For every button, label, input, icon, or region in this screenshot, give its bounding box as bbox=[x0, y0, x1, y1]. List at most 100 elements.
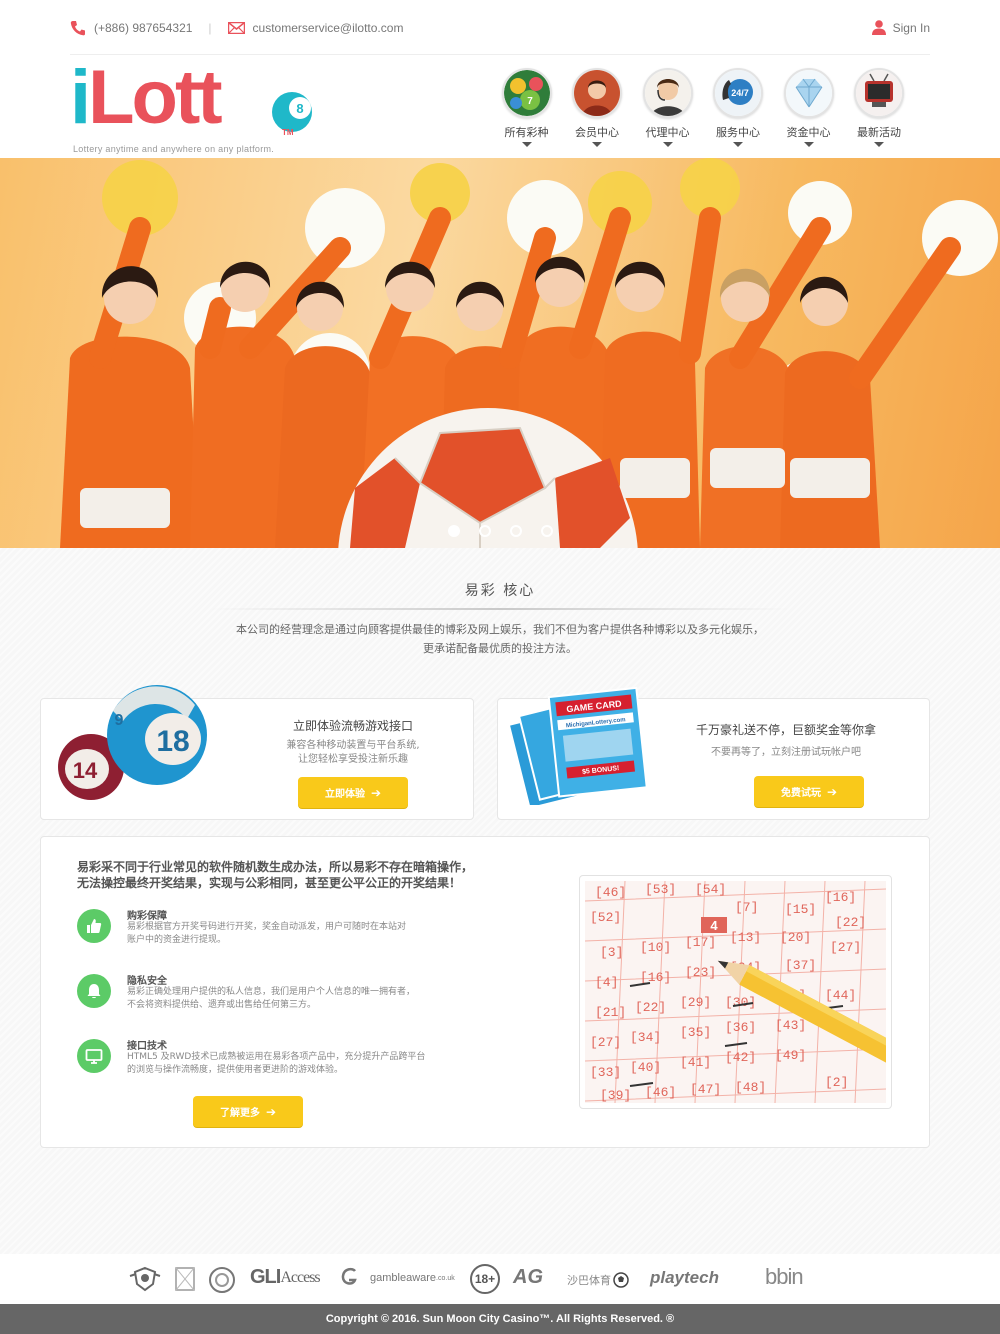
mail-icon bbox=[227, 22, 245, 34]
monitor-icon bbox=[77, 1039, 111, 1073]
svg-text:[54]: [54] bbox=[695, 882, 726, 897]
learn-more-button[interactable]: 了解更多 ➔ bbox=[193, 1096, 303, 1127]
svg-text:[7]: [7] bbox=[735, 900, 758, 915]
crest-logo bbox=[129, 1266, 161, 1292]
cheerleader-banner-image bbox=[60, 158, 998, 548]
sign-in-link[interactable]: Sign In bbox=[871, 20, 930, 35]
svg-text:24/7: 24/7 bbox=[731, 88, 749, 98]
svg-text:[46]: [46] bbox=[595, 885, 626, 900]
thumbs-up-icon bbox=[77, 909, 111, 943]
svg-text:[27]: [27] bbox=[590, 1035, 621, 1050]
feature-title: 接口技术 bbox=[127, 1041, 167, 1052]
svg-text:[36]: [36] bbox=[725, 1020, 756, 1035]
free-trial-button[interactable]: 免费试玩 ➔ bbox=[754, 776, 864, 807]
game-card-image: GAME CARD MichiganLottery.com $5 BONUS! bbox=[510, 686, 648, 805]
nav-funds-center[interactable]: 资金中心 bbox=[774, 68, 844, 147]
svg-text:[16]: [16] bbox=[640, 970, 671, 985]
nav-label: 资金中心 bbox=[786, 126, 831, 139]
diamond-icon bbox=[783, 68, 834, 118]
chevron-down-icon bbox=[874, 142, 884, 147]
lottery-balls-image: 14 18 9 bbox=[58, 685, 207, 800]
core-section: 易彩 核心 本公司的经营理念是通过向顾客提供最佳的博彩及网上娱乐，我们不但为客户… bbox=[0, 548, 1000, 1254]
main-nav: 7 所有彩种 会员中心 代理中心 24/7 服务中心 资金中心 最新活动 bbox=[491, 68, 914, 147]
phone-number[interactable]: (+886) 987654321 bbox=[94, 21, 192, 35]
title-divider bbox=[210, 608, 790, 610]
svg-text:[41]: [41] bbox=[680, 1055, 711, 1070]
bbin-logo: bbin bbox=[765, 1264, 804, 1289]
svg-text:[29]: [29] bbox=[680, 995, 711, 1010]
feature-text: HTML5 及RWD技术已成熟被运用在易彩各项产品中，充分提升产品跨平台 的浏览… bbox=[127, 1052, 426, 1075]
logo-ball-icon: 8 bbox=[272, 92, 312, 132]
nav-service-center[interactable]: 24/7 服务中心 bbox=[703, 68, 773, 147]
lottery-ball-icon: 7 bbox=[501, 68, 552, 118]
svg-text:[40]: [40] bbox=[630, 1060, 661, 1075]
agent-icon bbox=[642, 68, 693, 118]
svg-text:[39]: [39] bbox=[600, 1088, 631, 1103]
slide-dot-1[interactable] bbox=[448, 525, 460, 537]
try-now-button[interactable]: 立即体验 ➔ bbox=[298, 777, 408, 808]
footer-copyright: Copyright © 2016. Sun Moon City Casino™.… bbox=[0, 1304, 1000, 1334]
svg-text:4: 4 bbox=[710, 918, 718, 933]
svg-text:[47]: [47] bbox=[690, 1082, 721, 1097]
feature-text: 易彩根据官方开奖号码进行开奖，奖金自动派发，用户可随时在本站对 账户中的资金进行… bbox=[127, 922, 407, 945]
gli-access-logo: GLI Access bbox=[250, 1266, 321, 1288]
age-18-logo: 18+ bbox=[470, 1264, 500, 1294]
partner-logos: GLI Access gambleaware .co.uk 18+ AG 沙巴体育 … bbox=[0, 1254, 1000, 1304]
phone-icon bbox=[70, 21, 85, 36]
nav-label: 会员中心 bbox=[575, 126, 619, 139]
nav-label: 代理中心 bbox=[645, 126, 690, 139]
logo-wordmark: iLott bbox=[70, 55, 223, 140]
chevron-down-icon bbox=[662, 142, 673, 147]
svg-text:[3]: [3] bbox=[600, 945, 623, 960]
user-icon bbox=[871, 20, 886, 35]
svg-text:9: 9 bbox=[115, 712, 124, 729]
lottery-ticket-image: [46] [53] [54] [16] [52] [7] [15] [22] [3] [10]… bbox=[579, 875, 900, 1109]
slider-dots bbox=[448, 525, 572, 537]
svg-text:[2]: [2] bbox=[825, 1075, 848, 1090]
trademark: TM bbox=[282, 128, 294, 137]
gambleaware-logo: gambleaware .co.uk bbox=[370, 1272, 455, 1284]
svg-text:[48]: [48] bbox=[735, 1080, 766, 1095]
nav-latest-events[interactable]: 最新活动 bbox=[844, 68, 914, 147]
svg-text:[27]: [27] bbox=[830, 940, 861, 955]
svg-text:[37]: [37] bbox=[785, 958, 816, 973]
playtech-logo: playtech bbox=[650, 1268, 719, 1287]
slide-dot-4[interactable] bbox=[541, 525, 553, 537]
slide-dot-2[interactable] bbox=[479, 525, 491, 537]
feature-title: 购彩保障 bbox=[127, 911, 167, 922]
svg-text:[44]: [44] bbox=[825, 988, 856, 1003]
chevron-down-icon bbox=[733, 142, 743, 147]
card-text: 兼容各种移动装置与平台系统, 让您轻松享受投注新乐趣 bbox=[286, 740, 420, 765]
seal-logo bbox=[209, 1267, 235, 1293]
svg-text:[53]: [53] bbox=[645, 882, 676, 897]
svg-text:[23]: [23] bbox=[685, 965, 716, 980]
nav-label: 最新活动 bbox=[857, 126, 901, 139]
slide-dot-3[interactable] bbox=[510, 525, 522, 537]
nav-member-center[interactable]: 会员中心 bbox=[562, 68, 632, 147]
header: iLott 8 TM Lottery anytime and anywhere … bbox=[0, 58, 1000, 158]
svg-text:[21]: [21] bbox=[595, 1005, 626, 1020]
svg-text:7: 7 bbox=[527, 96, 533, 107]
chevron-down-icon bbox=[592, 142, 602, 147]
promotion-card: GAME CARD MichiganLottery.com $5 BONUS! … bbox=[497, 686, 930, 820]
features-card: 易彩采不同于行业常见的软件随机数生成办法，所以易彩不存在暗箱操作， 无法操控最终… bbox=[40, 836, 930, 1148]
chevron-down-icon bbox=[521, 142, 532, 147]
nav-all-lotteries[interactable]: 7 所有彩种 bbox=[492, 68, 562, 147]
svg-text:[4]: [4] bbox=[595, 975, 618, 990]
svg-text:[17]: [17] bbox=[685, 935, 716, 950]
member-icon bbox=[572, 68, 622, 118]
chevron-down-icon bbox=[803, 142, 814, 147]
nav-agent-center[interactable]: 代理中心 bbox=[633, 68, 703, 147]
email-link[interactable]: customerservice@ilotto.com bbox=[253, 21, 404, 35]
feature-title: 隐私安全 bbox=[127, 976, 167, 987]
ilotto-logo[interactable]: iLott 8 TM Lottery anytime and anywhere … bbox=[70, 58, 312, 154]
hero-banner[interactable] bbox=[0, 158, 1000, 548]
card-title: 立即体验流畅游戏接口 bbox=[292, 719, 413, 733]
svg-text:[15]: [15] bbox=[785, 902, 816, 917]
arrow-right-icon: ➔ bbox=[265, 1104, 277, 1119]
arrow-right-icon: ➔ bbox=[370, 785, 382, 800]
svg-text:[43]: [43] bbox=[775, 1018, 806, 1033]
features-lead: 易彩采不同于行业常见的软件随机数生成办法，所以易彩不存在暗箱操作， 无法操控最终… bbox=[77, 860, 474, 890]
arrow-right-icon: ➔ bbox=[826, 784, 838, 799]
section-description: 本公司的经营理念是通过向顾客提供最佳的博彩及网上娱乐，我们不但为客户提供各种博彩… bbox=[236, 623, 764, 655]
